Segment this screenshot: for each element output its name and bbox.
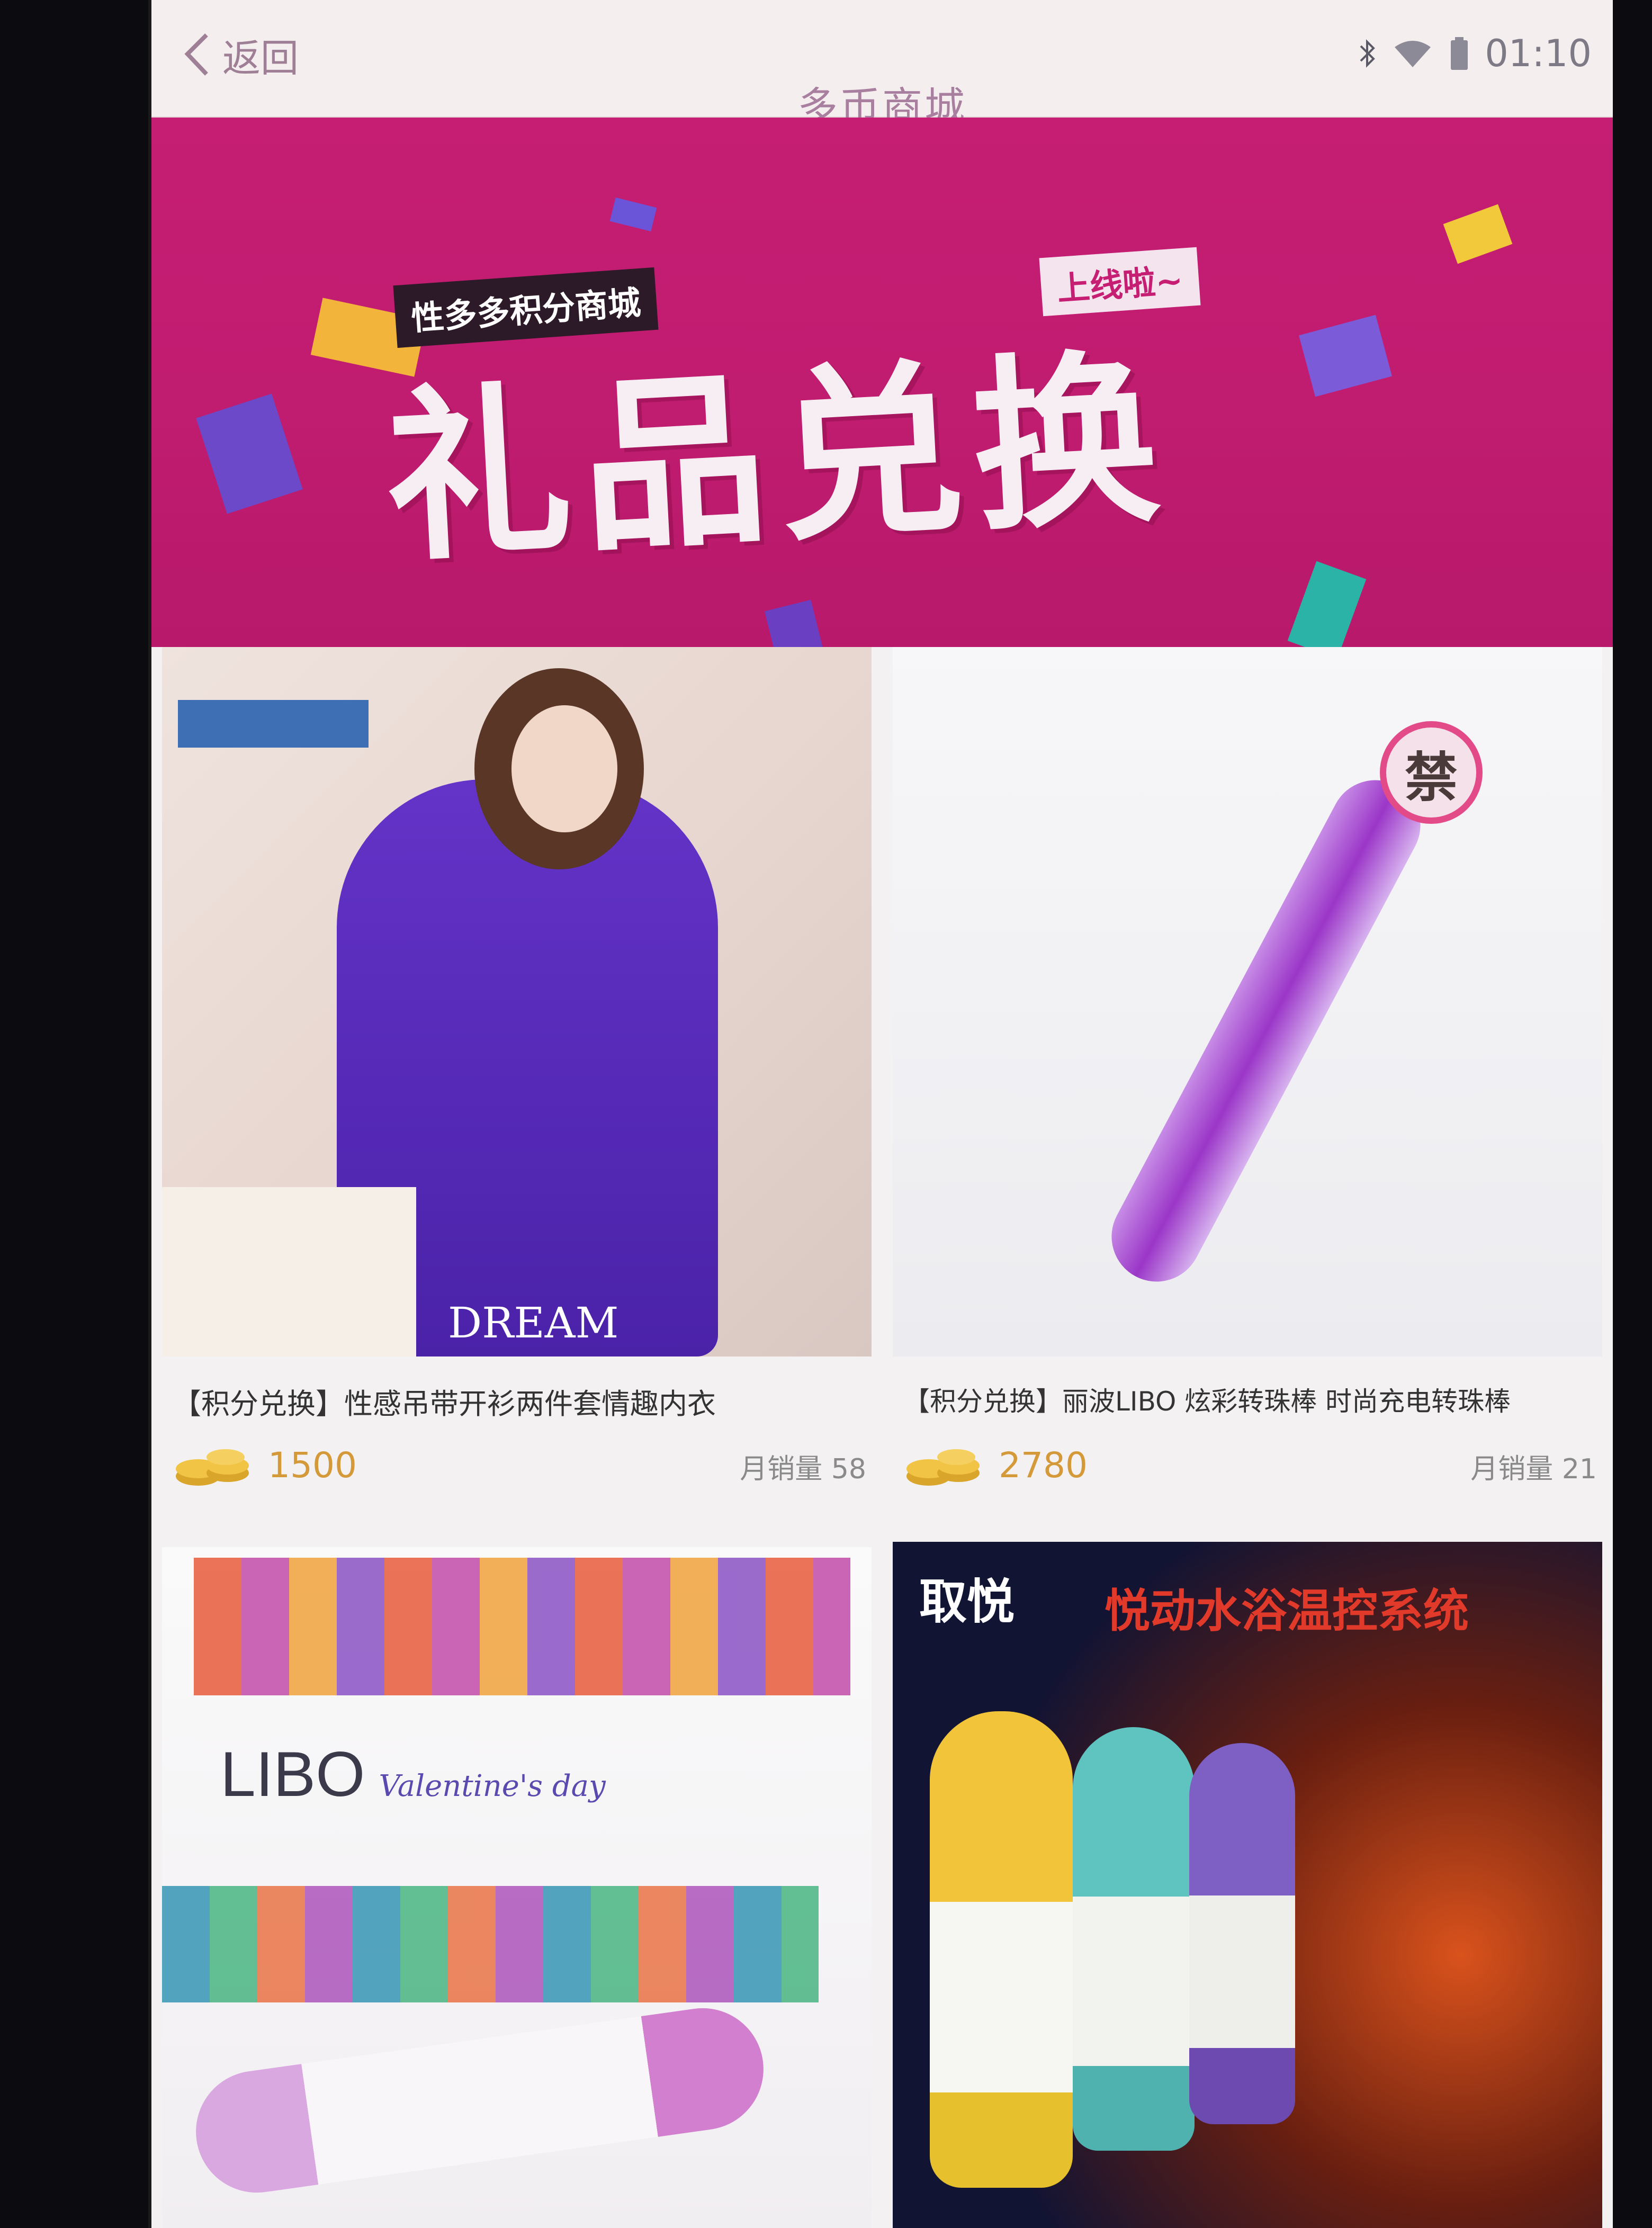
monthly-sales: 月销量 58 — [740, 1453, 866, 1485]
status-bar: 01:10 — [1359, 32, 1592, 75]
product-card[interactable]: 禁 【积分兑换】丽波LIBO 炫彩转珠棒 时尚充电转珠棒 2780 月销量 21 — [893, 647, 1613, 1515]
battery-icon — [1451, 37, 1468, 70]
product-grid: DREAM 【积分兑换】性感吊带开衫两件套情趣内衣 1500 月销量 58 禁 … — [151, 647, 1613, 2228]
product-image: 取悦 悦动水浴温控系统 — [893, 1542, 1602, 2228]
price-row: 2780 — [903, 1441, 1088, 1489]
face-shape — [511, 705, 617, 832]
product-name: 【积分兑换】性感吊带开衫两件套情趣内衣 — [173, 1387, 716, 1421]
brand-tagline: Valentine's day — [379, 1769, 606, 1803]
decoration-ticket — [1299, 315, 1392, 397]
promo-banner[interactable]: 性多多积分商城 上线啦~ 礼品兑换 — [151, 118, 1613, 647]
brand-logo — [178, 700, 369, 748]
decoration-ticket — [1287, 561, 1367, 647]
bluetooth-icon — [1360, 39, 1376, 68]
app-screen: 返回 多币商城 01:10 性多多积分商城 上线啦~ 礼品兑换 DREAM 【积… — [148, 0, 1613, 2228]
wifi-icon — [1395, 41, 1431, 67]
clock: 01:10 — [1485, 32, 1592, 75]
product-price: 1500 — [268, 1444, 357, 1486]
furniture-shape — [162, 1187, 416, 1356]
coins-icon — [176, 1449, 249, 1486]
product-image: LIBO Valentine's day — [162, 1547, 872, 2228]
product-card[interactable]: DREAM 【积分兑换】性感吊带开衫两件套情趣内衣 1500 月销量 58 — [162, 647, 882, 1515]
massager-wand — [188, 2000, 771, 2201]
decoration-ticket — [196, 393, 303, 514]
coins-icon — [906, 1449, 980, 1486]
toy-body — [1096, 764, 1436, 1298]
product-name: 【积分兑换】丽波LIBO 炫彩转珠棒 时尚充电转珠棒 — [903, 1386, 1511, 1417]
monthly-sales: 月销量 21 — [1470, 1453, 1597, 1485]
puzzle-pieces — [194, 1558, 850, 1695]
cup-teal — [1073, 1727, 1195, 2151]
product-price: 2780 — [999, 1444, 1088, 1486]
brand-logo: LIBO Valentine's day — [220, 1738, 606, 1811]
product-image: 禁 — [893, 647, 1602, 1356]
nav-bar: 返回 多币商城 01:10 — [151, 0, 1613, 130]
brand-logo: 取悦 — [919, 1574, 1014, 1630]
prohibited-icon: 禁 — [1380, 721, 1483, 824]
banner-headline: 礼品兑换 — [380, 330, 1174, 588]
product-image-title: 悦动水浴温控系统 — [1105, 1585, 1469, 1638]
brand-name: LIBO — [220, 1739, 365, 1810]
cup-yellow — [930, 1711, 1073, 2188]
chevron-left-icon — [184, 33, 208, 76]
decoration-ticket — [765, 599, 825, 647]
product-card[interactable]: 取悦 悦动水浴温控系统 — [893, 1542, 1613, 2228]
product-image-caption: DREAM — [448, 1298, 619, 1347]
decoration-ticket — [1443, 204, 1513, 264]
prohibited-label: 禁 — [1405, 746, 1458, 808]
price-row: 1500 — [173, 1441, 357, 1489]
product-card[interactable]: LIBO Valentine's day — [162, 1547, 882, 2228]
decoration-ticket — [609, 197, 657, 231]
product-image: DREAM — [162, 647, 872, 1356]
cup-purple — [1189, 1743, 1295, 2124]
puzzle-pieces — [162, 1886, 819, 2002]
